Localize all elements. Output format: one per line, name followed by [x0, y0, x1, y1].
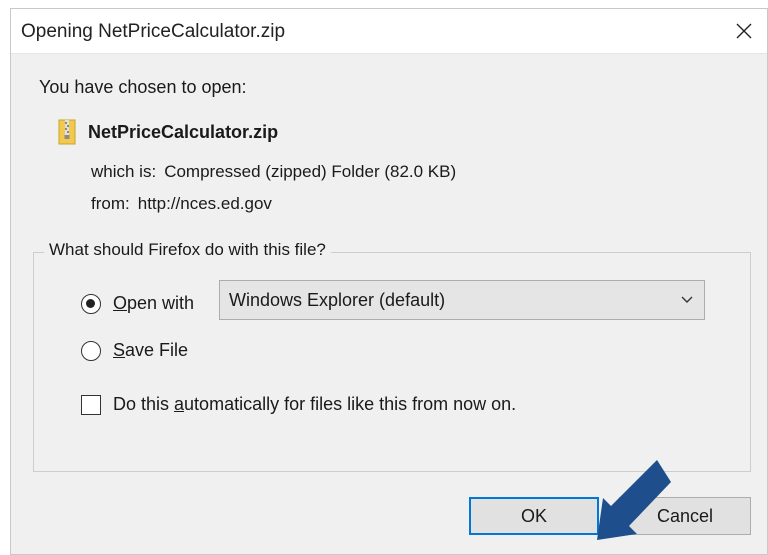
auto-action-label: Do this automatically for files like thi… [113, 394, 517, 414]
file-source-info: from: http://nces.ed.gov [91, 194, 272, 214]
open-with-radio[interactable]: Open with [81, 293, 194, 314]
from-label: from: [91, 194, 130, 213]
save-file-label: Save File [113, 340, 189, 360]
auto-action-checkbox[interactable]: Do this automatically for files like thi… [81, 394, 516, 415]
file-type-info: which is: Compressed (zipped) Folder (82.… [91, 162, 456, 182]
file-type-value: Compressed (zipped) Folder (82.0 KB) [164, 162, 457, 181]
group-label: What should Firefox do with this file? [44, 240, 331, 260]
title-bar: Opening NetPriceCalculator.zip [11, 9, 767, 54]
radio-selected-indicator[interactable] [81, 293, 101, 314]
file-row: NetPriceCalculator.zip [58, 119, 278, 145]
file-name: NetPriceCalculator.zip [88, 121, 279, 142]
save-file-radio[interactable]: Save File [81, 340, 188, 361]
close-icon [736, 23, 752, 39]
dialog-heading: You have chosen to open: [39, 77, 247, 97]
file-source-value: http://nces.ed.gov [137, 194, 272, 213]
open-with-select-value: Windows Explorer (default) [229, 290, 446, 310]
checkbox-box[interactable] [81, 394, 101, 415]
zip-folder-icon [58, 119, 76, 145]
file-open-dialog: Opening NetPriceCalculator.zip You have … [10, 8, 768, 555]
radio-unselected-indicator[interactable] [81, 340, 101, 361]
dialog-title: Opening NetPriceCalculator.zip [21, 21, 286, 42]
ok-button-label: OK [520, 505, 547, 526]
chevron-down-icon [681, 296, 693, 303]
pointer-arrow-icon [597, 460, 671, 540]
close-button[interactable] [721, 9, 767, 53]
open-with-label: Open with [113, 293, 195, 313]
which-is-label: which is: [91, 162, 157, 181]
open-with-select[interactable]: Windows Explorer (default) [219, 280, 705, 320]
